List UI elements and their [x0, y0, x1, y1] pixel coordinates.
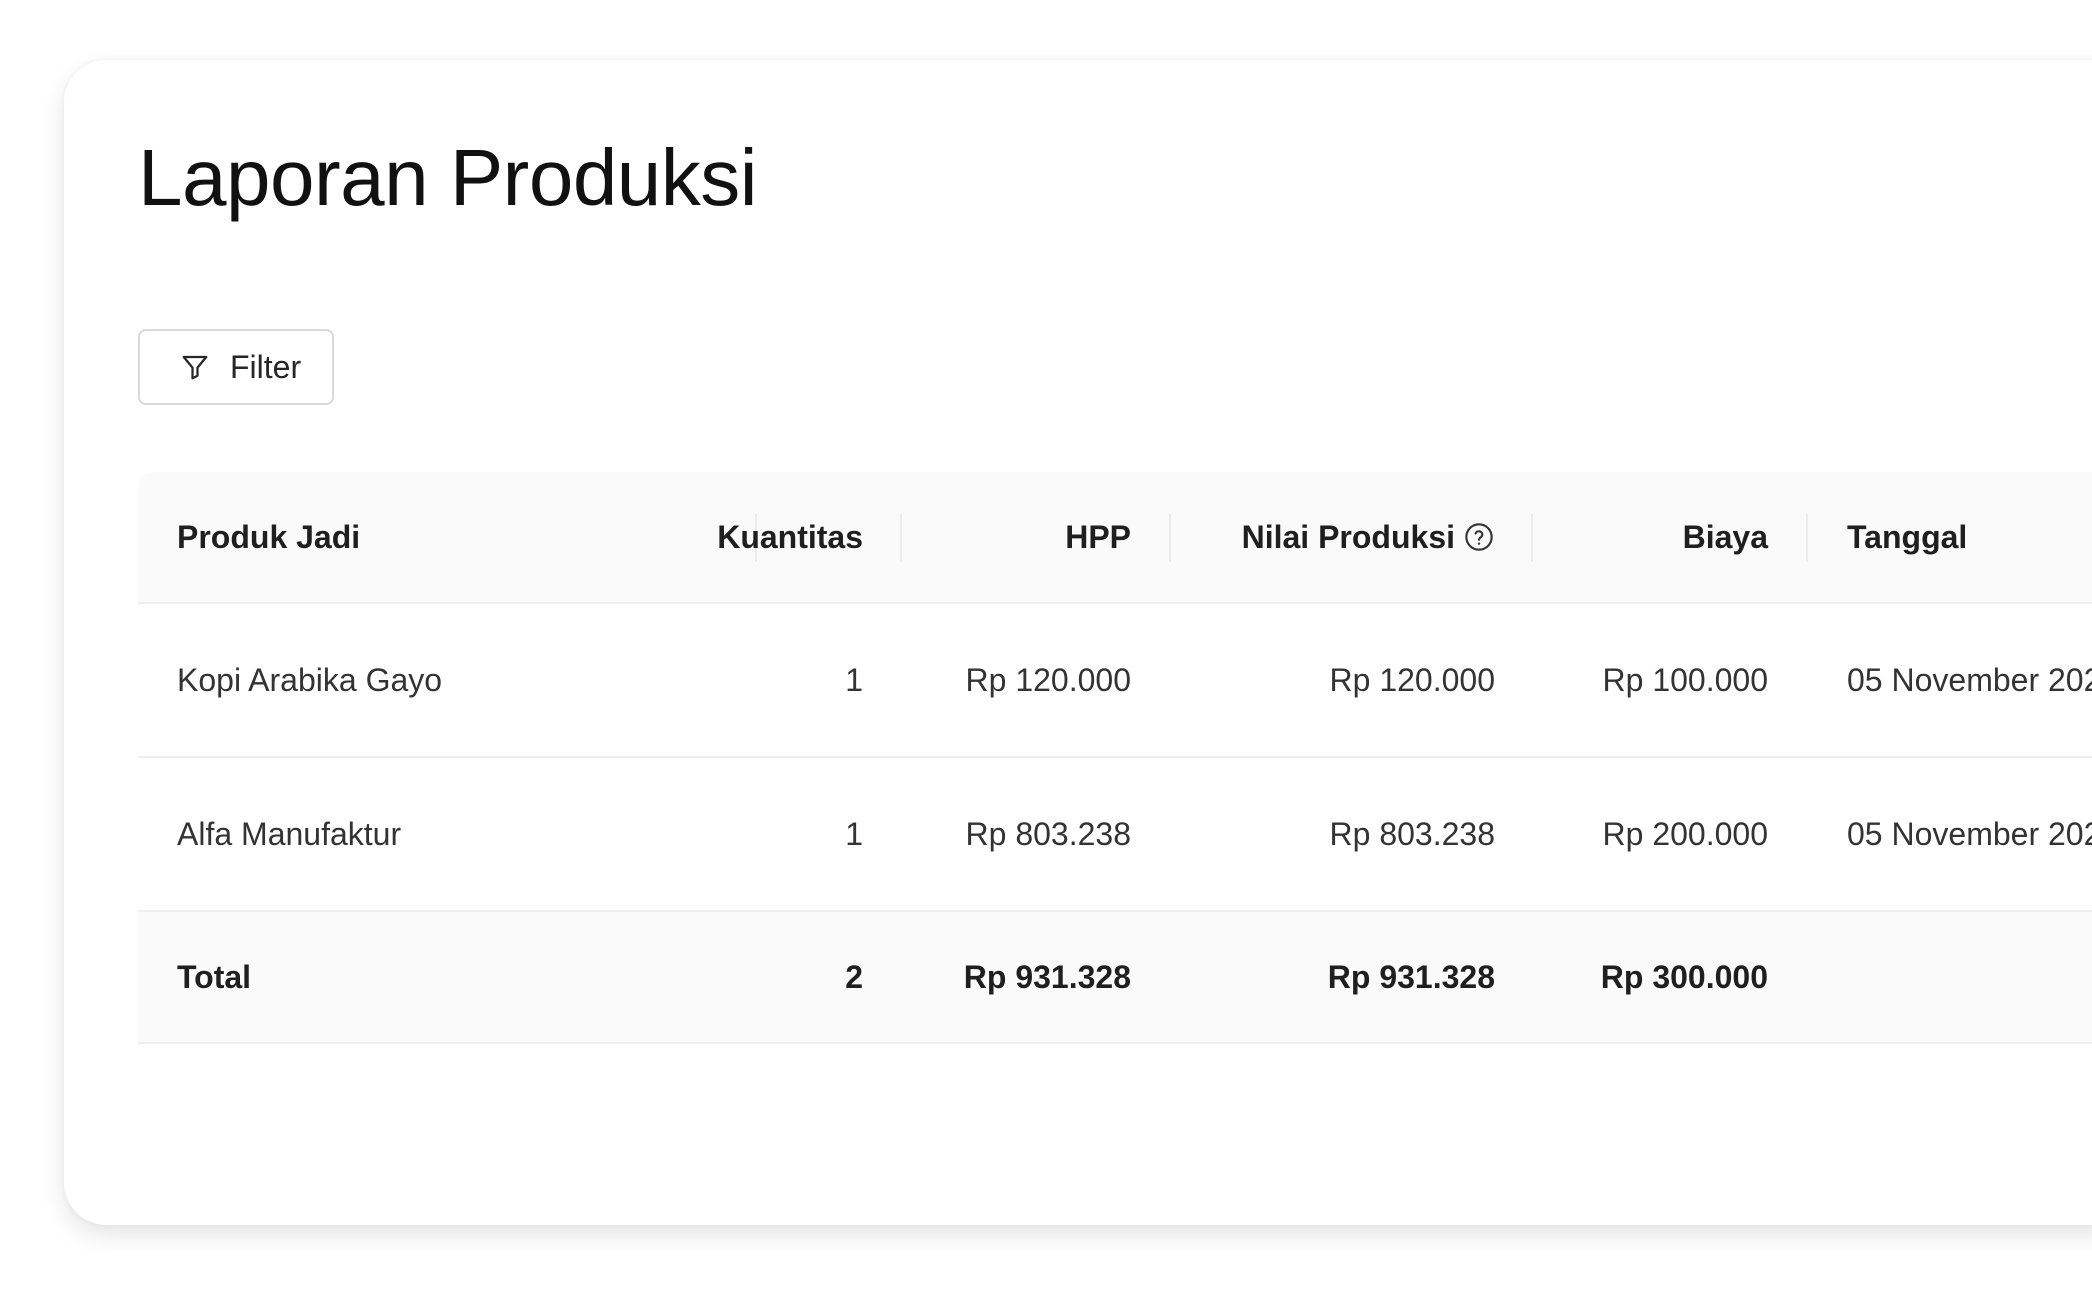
- total-biaya: Rp 300.000: [1600, 958, 1768, 995]
- column-header-kuantitas: Kuantitas: [717, 518, 863, 555]
- cell-nilai-produksi: Rp 803.238: [1329, 815, 1495, 852]
- total-nilai-produksi: Rp 931.328: [1327, 958, 1495, 995]
- cell-biaya: Rp 200.000: [1602, 815, 1768, 852]
- total-label: Total: [177, 958, 252, 995]
- cell-biaya: Rp 100.000: [1602, 661, 1768, 698]
- cell-hpp: Rp 120.000: [965, 661, 1131, 698]
- column-divider: [900, 514, 902, 562]
- table-row: Kopi Arabika Gayo 1 Rp 120.000 Rp 120.00…: [138, 604, 2092, 758]
- table-row: Alfa Manufaktur 1 Rp 803.238 Rp 803.238 …: [138, 758, 2092, 912]
- column-divider: [1169, 514, 1171, 562]
- product-link[interactable]: Alfa Manufaktur: [177, 758, 401, 910]
- cell-nilai-produksi: Rp 120.000: [1329, 661, 1495, 698]
- cell-tanggal: 05 November 2024: [1847, 661, 2092, 698]
- column-header-nilai-label: Nilai Produksi: [1241, 518, 1455, 555]
- column-divider: [1531, 514, 1533, 562]
- column-header-hpp: HPP: [1065, 518, 1131, 555]
- table-header-row: Produk Jadi Kuantitas HPP Nilai Produksi…: [138, 472, 2092, 604]
- filter-button[interactable]: Filter: [138, 329, 334, 405]
- total-hpp: Rp 931.328: [963, 958, 1131, 995]
- table-total-row: Total 2 Rp 931.328 Rp 931.328 Rp 300.000: [138, 912, 2092, 1044]
- column-header-biaya: Biaya: [1682, 518, 1768, 555]
- page-title: Laporan Produksi: [138, 133, 758, 222]
- filter-button-label: Filter: [230, 348, 302, 385]
- cell-tanggal: 05 November 2024: [1847, 815, 2092, 852]
- column-header-produk: Produk Jadi: [177, 518, 361, 555]
- total-kuantitas: 2: [845, 958, 863, 995]
- column-divider: [1806, 514, 1808, 562]
- cell-hpp: Rp 803.238: [965, 815, 1131, 852]
- cell-kuantitas: 1: [845, 661, 863, 698]
- column-header-tanggal[interactable]: Tanggal: [1847, 472, 1967, 602]
- column-header-nilai-produksi: Nilai Produksi: [1242, 472, 1495, 602]
- question-circle-icon[interactable]: [1463, 521, 1495, 553]
- production-table: Produk Jadi Kuantitas HPP Nilai Produksi…: [138, 472, 2092, 1044]
- filter-icon: [180, 352, 210, 382]
- product-link[interactable]: Kopi Arabika Gayo: [177, 604, 442, 756]
- cell-kuantitas: 1: [845, 815, 863, 852]
